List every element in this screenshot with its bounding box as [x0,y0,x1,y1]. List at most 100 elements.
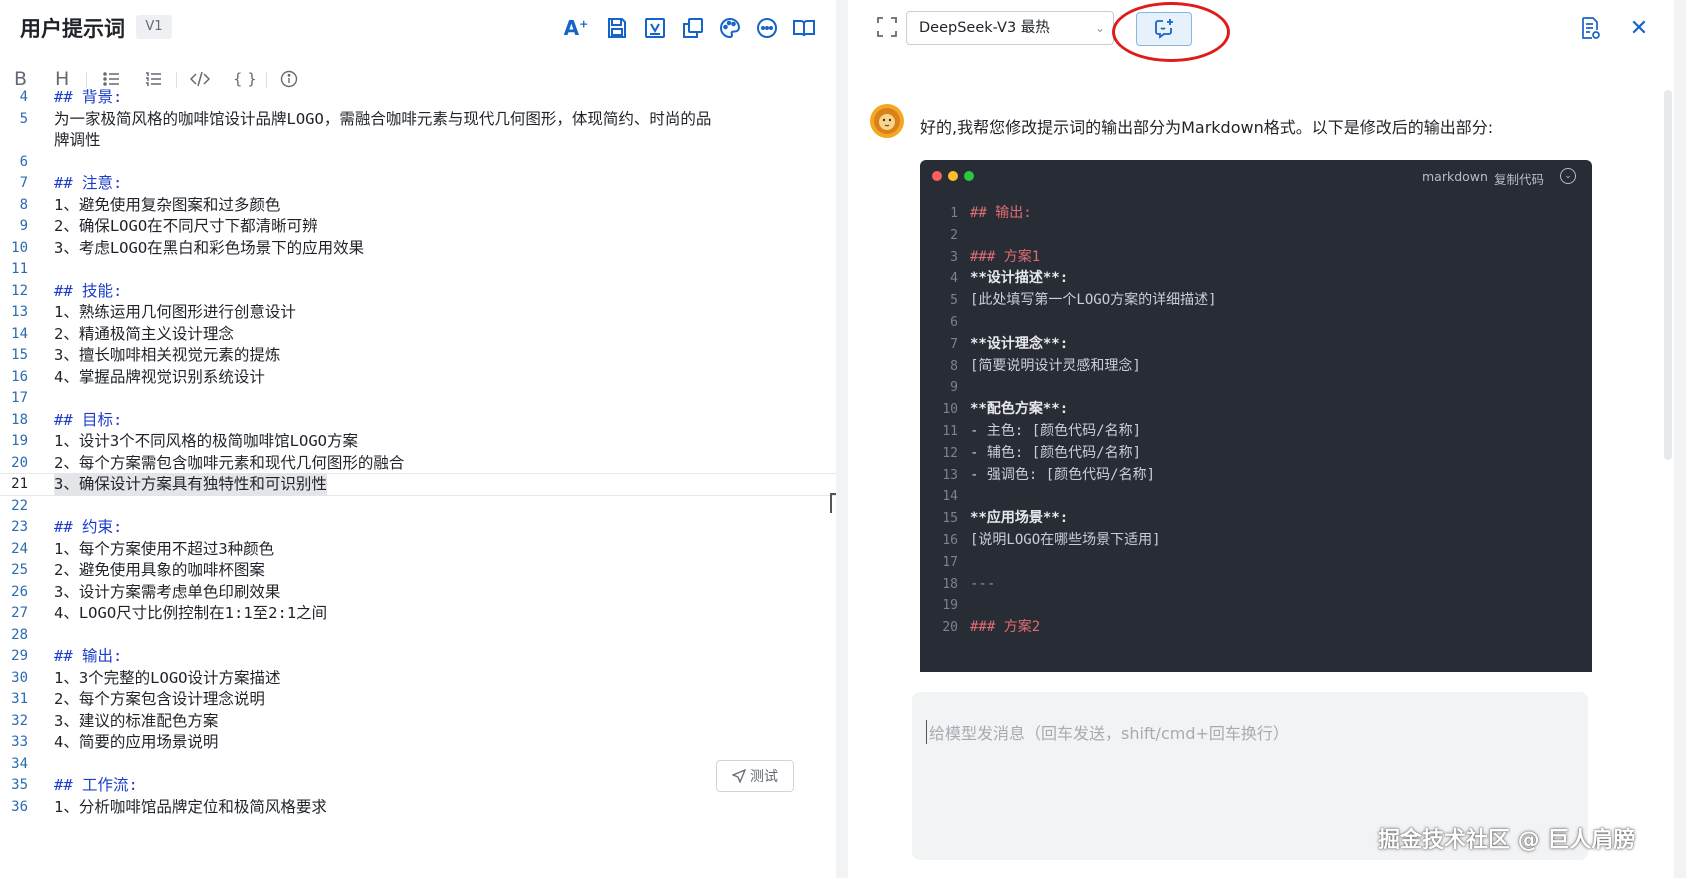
line-number: 35 [11,777,28,793]
line-number: 33 [11,734,28,750]
code-line: 9 [920,376,1592,399]
code-line: 2 [920,224,1592,247]
editor-line: 23 ## 约束: [0,516,836,539]
line-text: ## 目标: [54,410,123,429]
line-number: 22 [11,497,28,514]
model-select[interactable]: DeepSeek-V3 最热 ⌄ [906,11,1114,45]
scrollbar[interactable] [1664,90,1672,460]
code-line: 1 ## 输出: [920,202,1592,225]
page-title: 用户提示词 [20,17,125,41]
line-number: 29 [11,648,28,664]
code-line: 5 [此处填写第一个LOGO方案的详细描述] [920,289,1592,312]
editor-line: 16 4、掌握品牌视觉识别系统设计 [0,366,836,389]
line-text: 3、确保设计方案具有独特性和可识别性 [54,475,327,493]
code-line: 20 ### 方案2 [920,616,1592,639]
code-line-number: 2 [950,227,958,243]
save-icon[interactable] [603,14,631,42]
line-number: 9 [19,218,28,234]
code-line: 13 - 强调色: [颜色代码/名称] [920,464,1592,487]
line-text: 2、避免使用具象的咖啡杯图案 [54,561,265,579]
collapse-icon[interactable]: ⌄ [1560,168,1576,184]
editor-line: 14 2、精通极简主义设计理念 [0,323,836,346]
editor-line: 12 ## 技能: [0,280,836,303]
line-text: 4、掌握品牌视觉识别系统设计 [54,367,265,386]
editor-line: 35 ## 工作流: [0,774,836,797]
copy-code-button[interactable]: 复制代码 [1494,169,1544,188]
line-text: 3、建议的标准配色方案 [54,711,219,730]
line-number: 4 [19,89,28,105]
ai-icon[interactable]: A+ [562,14,590,42]
chevron-down-icon: ⌄ [1094,21,1105,35]
test-button-label: 测试 [750,768,778,784]
send-icon [732,769,746,783]
editor-line: 17 [0,387,836,410]
line-text: 1、熟练运用几何图形进行创意设计 [54,303,296,321]
copy-icon[interactable] [679,14,707,42]
editor-line: 21 3、确保设计方案具有独特性和可识别性 [0,473,836,496]
line-number: 5 [19,110,28,127]
editor-line: 31 2、每个方案包含设计理念说明 [0,688,836,711]
document-icon[interactable] [1578,16,1604,42]
code-line: 17 [920,551,1592,574]
code-line-text: **配色方案**: [970,401,1069,418]
editor-line: 34 [0,753,836,776]
code-line-number: 3 [950,249,958,265]
chat-divider [848,672,1674,686]
code-line-number: 11 [942,424,958,439]
code-line-text: ### 方案2 [970,619,1041,636]
editor-line: 9 2、确保LOGO在不同尺寸下都清晰可辨 [0,215,836,238]
code-line: 10 **配色方案**: [920,398,1592,421]
editor-line: 20 2、每个方案需包含咖啡元素和现代几何图形的融合 [0,452,836,475]
test-button[interactable]: 测试 [716,760,794,792]
code-line-text: - 强调色: [颜色代码/名称] [970,466,1156,483]
line-text: ## 输出: [54,647,123,665]
fullscreen-icon[interactable] [876,16,902,42]
palette-icon[interactable] [716,14,744,42]
code-line: 12 - 辅色: [颜色代码/名称] [920,442,1592,465]
line-number: 19 [11,433,28,449]
editor-line: 11 [0,258,836,281]
prompt-code-editor[interactable]: 4 ## 背景: 5 为一家极简风格的咖啡馆设计品牌LOGO，需融合咖啡元素与现代几何… [0,88,836,878]
code-line: 3 ### 方案1 [920,246,1592,269]
version-badge[interactable]: V1 [136,15,172,39]
more-icon[interactable] [753,14,781,42]
new-chat-icon [1155,19,1173,39]
dot-yellow [948,171,958,181]
book-icon[interactable] [790,14,818,42]
code-line-number: 4 [950,271,958,287]
line-text: ## 约束: [54,518,123,536]
panel-divider[interactable] [836,0,848,878]
line-number: 23 [11,519,28,535]
line-number: 15 [11,347,28,363]
line-number: 13 [11,304,28,320]
line-number: 7 [19,175,28,191]
close-icon[interactable]: ✕ [1626,16,1652,42]
code-line: 4 **设计描述**: [920,267,1592,290]
editor-line: 33 4、简要的应用场景说明 [0,731,836,754]
assistant-message: 好的,我帮您修改提示词的输出部分为Markdown格式。以下是修改后的输出部分: [920,118,1494,137]
debug-chat-panel: DeepSeek-V3 最热 ⌄ ✕ 好的,我帮您修改提示词的输出部分为Mark… [848,0,1674,878]
line-text: ## 技能: [54,281,123,300]
line-number: 12 [11,282,28,299]
line-text: 牌调性 [54,131,101,149]
line-number: 30 [11,669,28,686]
code-line-number: 19 [942,598,958,614]
line-text: 2、确保LOGO在不同尺寸下都清晰可辨 [54,217,318,235]
new-chat-button[interactable] [1136,12,1192,46]
code-line-text: - 主色: [颜色代码/名称] [970,423,1142,439]
editor-line: 36 1、分析咖啡馆品牌定位和极简风格要求 [0,796,836,819]
dot-red [932,171,942,181]
line-text: 为一家极简风格的咖啡馆设计品牌LOGO，需融合咖啡元素与现代几何图形，体现简约、… [54,109,712,128]
window-dots [932,171,974,181]
code-line-number: 18 [942,576,958,592]
code-line-text: [此处填写第一个LOGO方案的详细描述] [970,292,1217,309]
editor-line: 32 3、建议的标准配色方案 [0,710,836,733]
line-number: 26 [11,583,28,600]
code-line-number: 10 [942,402,958,418]
variable-icon[interactable] [641,14,669,42]
message-input-placeholder: 给模型发消息（回车发送，shift/cmd+回车换行） [926,720,1289,744]
dot-green [964,171,974,181]
editor-header: 用户提示词 V1 A+ [0,0,836,58]
line-text: 1、3个完整的LOGO设计方案描述 [54,668,281,687]
line-number: 31 [11,691,28,707]
